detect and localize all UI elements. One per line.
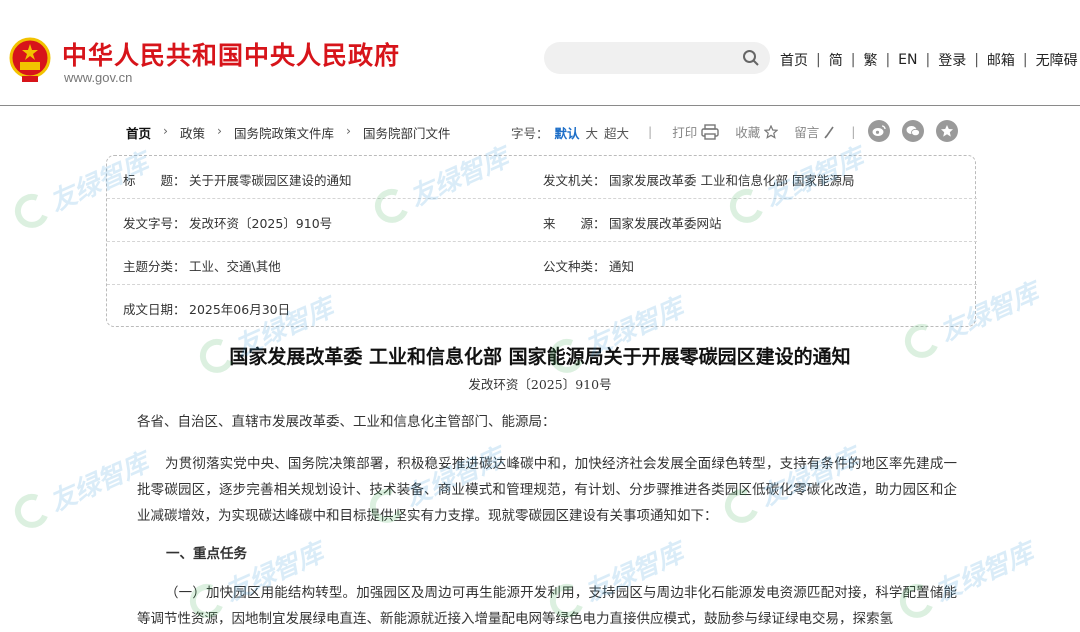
search-input[interactable] (558, 48, 728, 68)
weibo-icon (872, 125, 886, 136)
document-info-table: 标 题： 关于开展零碳园区建设的通知 发文机关： 国家发展改革委 工业和信息化部 国… (106, 155, 977, 328)
nav-separator: | (816, 52, 821, 68)
document-salutation: 各省、自治区、直辖市发展改革委、工业和信息化主管部门、能源局： (137, 414, 556, 430)
font-size-default[interactable]: 默认 (555, 123, 580, 142)
breadcrumb-department-docs[interactable]: 国务院部门文件 (363, 123, 451, 142)
document-intro-paragraph: 为贯彻落实党中央、国务院决策部署，积极稳妥推进碳达峰碳中和，加快经济社会发展全面… (137, 456, 957, 524)
print-button[interactable]: 打印 (672, 122, 719, 141)
tools-divider: | (851, 124, 856, 139)
font-size-label: 字号： (511, 126, 549, 141)
qzone-share-button[interactable] (936, 120, 958, 142)
nav-english[interactable]: EN (898, 52, 917, 68)
nav-separator: | (885, 52, 891, 68)
site-title[interactable]: 中华人民共和国中央人民政府 (62, 36, 400, 72)
weibo-share-button[interactable] (868, 120, 890, 142)
printer-icon (701, 123, 719, 140)
wechat-icon (906, 126, 920, 137)
breadcrumb: 首页 › 政策 › 国务院政策文件库 › 国务院部门文件 (126, 123, 451, 142)
document-number: 发改环资〔2025〕910号 (468, 377, 612, 392)
document-body-paragraph: （一）加快园区用能结构转型。加强园区及周边可再生能源开发利用，支持园区与周边非化… (137, 585, 957, 627)
breadcrumb-arrow: › (346, 123, 352, 138)
font-size-xlarge[interactable]: 超大 (604, 123, 629, 142)
comment-button[interactable]: 留言 (794, 122, 835, 141)
nav-separator: | (925, 52, 931, 68)
nav-traditional[interactable]: 繁 (863, 50, 877, 70)
breadcrumb-policy-library[interactable]: 国务院政策文件库 (234, 123, 334, 142)
info-date: 成文日期： 2025年06月30日 (123, 299, 290, 318)
info-title-value: 关于开展零碳园区建设的通知 (189, 173, 352, 188)
info-issuer: 发文机关： 国家发展改革委 工业和信息化部 国家能源局 (543, 170, 854, 189)
breadcrumb-home[interactable]: 首页 (126, 123, 151, 142)
info-title: 标 题： 关于开展零碳园区建设的通知 (123, 170, 352, 189)
info-row: 发文字号： 发改环资〔2025〕910号 来 源： 国家发展改革委网站 (107, 199, 977, 242)
document-title: 国家发展改革委 工业和信息化部 国家能源局关于开展零碳园区建设的通知 (229, 346, 851, 368)
nav-simplified[interactable]: 简 (829, 50, 843, 70)
nav-separator: | (1022, 52, 1028, 68)
info-doc-type: 公文种类： 通知 (543, 256, 634, 275)
breadcrumb-arrow: › (163, 123, 169, 138)
star-icon (764, 124, 779, 139)
info-category-value: 工业、交通\其他 (189, 259, 281, 274)
info-issuer-label: 发文机关： (543, 173, 606, 188)
watermark-logo-icon (9, 188, 55, 233)
info-doc-number-value: 发改环资〔2025〕910号 (189, 216, 333, 231)
section-heading: 一、重点任务 (166, 546, 247, 562)
font-size-switcher: 字号： 默认 大 超大 (511, 123, 629, 142)
info-row: 成文日期： 2025年06月30日 (107, 285, 977, 328)
info-date-label: 成文日期： (123, 302, 186, 317)
site-domain: www.gov.cn (64, 70, 133, 85)
tools-divider: | (648, 124, 653, 139)
watermark-logo-icon (9, 488, 55, 533)
qzone-star-icon (941, 125, 953, 137)
breadcrumb-arrow: › (217, 123, 223, 138)
nav-home[interactable]: 首页 (780, 50, 808, 70)
info-category-label: 主题分类： (123, 259, 186, 274)
info-row: 主题分类： 工业、交通\其他 公文种类： 通知 (107, 242, 977, 285)
info-row: 标 题： 关于开展零碳园区建设的通知 发文机关： 国家发展改革委 工业和信息化部 国… (107, 156, 977, 199)
site-header: 中华人民共和国中央人民政府 www.gov.cn 首页 | 简 | 繁 | EN… (0, 0, 1080, 106)
nav-separator: | (850, 52, 856, 68)
info-source-value: 国家发展改革委网站 (609, 216, 722, 231)
favorite-button[interactable]: 收藏 (735, 122, 779, 141)
favorite-label: 收藏 (735, 125, 761, 140)
nav-separator: | (974, 52, 979, 68)
pencil-icon (824, 126, 834, 138)
article-tools: | 打印 收藏 留言 | (648, 122, 875, 141)
share-buttons (868, 120, 958, 142)
info-doc-number-label: 发文字号： (123, 216, 186, 231)
info-date-value: 2025年06月30日 (189, 302, 291, 317)
info-category: 主题分类： 工业、交通\其他 (123, 256, 281, 275)
info-doc-number: 发文字号： 发改环资〔2025〕910号 (123, 213, 332, 232)
nav-login[interactable]: 登录 (938, 50, 966, 70)
comment-label: 留言 (794, 125, 820, 140)
info-issuer-value: 国家发展改革委 工业和信息化部 国家能源局 (609, 173, 855, 188)
info-doc-type-label: 公文种类： (543, 259, 606, 274)
search-box[interactable] (544, 42, 770, 74)
breadcrumb-policy[interactable]: 政策 (180, 123, 205, 142)
info-source: 来 源： 国家发展改革委网站 (543, 213, 722, 232)
watermark: 友绿智库 (9, 443, 154, 535)
nav-mailbox[interactable]: 邮箱 (987, 50, 1015, 70)
nav-accessibility[interactable]: 无障碍 (1036, 50, 1078, 70)
font-size-large[interactable]: 大 (586, 123, 599, 142)
info-source-label: 来 源： (543, 216, 606, 231)
wechat-share-button[interactable] (902, 120, 924, 142)
info-doc-type-value: 通知 (609, 259, 635, 274)
search-icon[interactable] (742, 49, 760, 67)
national-emblem-icon[interactable] (8, 36, 52, 84)
print-label: 打印 (672, 125, 698, 140)
info-title-label: 标 题： (123, 173, 186, 188)
top-nav: 首页 | 简 | 繁 | EN | 登录 | 邮箱 | 无障碍 (780, 50, 1078, 70)
